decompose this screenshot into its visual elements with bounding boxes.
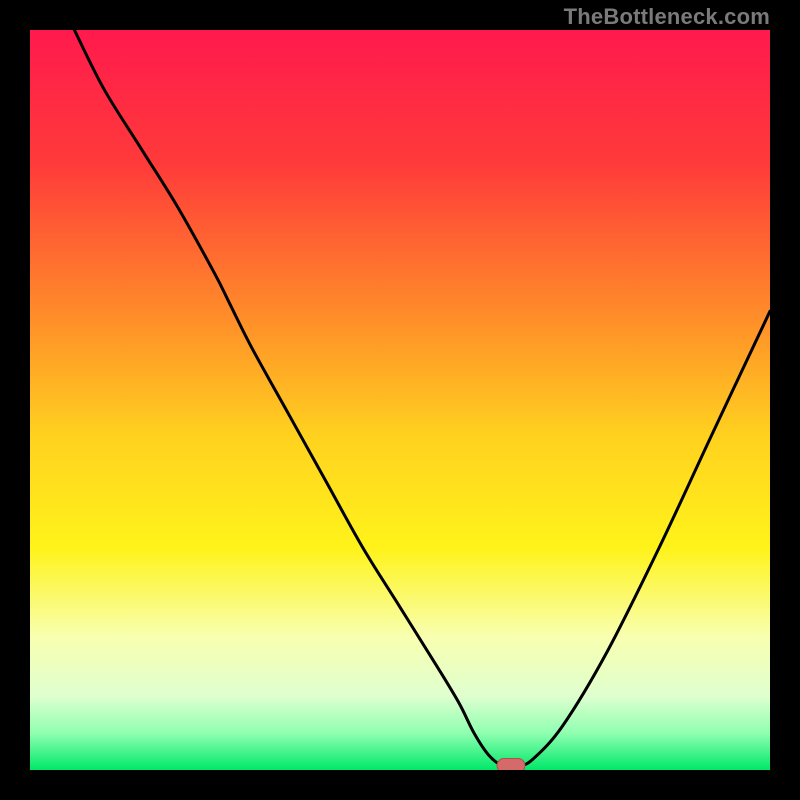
optimum-marker	[497, 759, 525, 770]
chart-svg	[30, 30, 770, 770]
plot-area	[30, 30, 770, 770]
chart-frame: TheBottleneck.com	[0, 0, 800, 800]
gradient-background	[30, 30, 770, 770]
watermark-text: TheBottleneck.com	[564, 4, 770, 30]
